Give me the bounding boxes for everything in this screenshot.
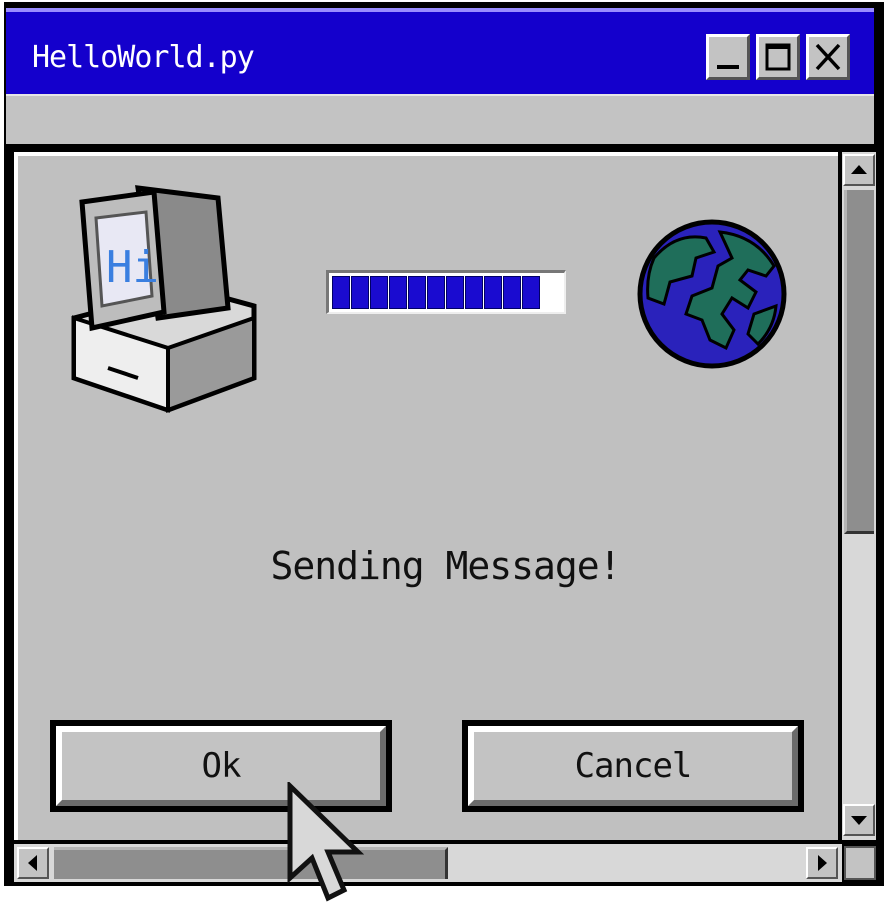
maximize-button[interactable]: [756, 34, 800, 80]
progress-segment: [408, 276, 426, 309]
arrow-up-icon: [851, 165, 867, 174]
mouse-cursor-icon: [287, 782, 365, 902]
progress-segment: [446, 276, 464, 309]
close-icon: [815, 43, 841, 71]
progress-segment: [503, 276, 521, 309]
vertical-scrollbar[interactable]: [842, 152, 876, 840]
globe-icon: [637, 219, 787, 369]
maximize-icon: [765, 43, 791, 71]
status-message: Sending Message!: [270, 544, 621, 588]
window-title: HelloWorld.py: [32, 40, 255, 75]
progress-segment: [370, 276, 388, 309]
progress-segment: [389, 276, 407, 309]
progress-segment: [427, 276, 445, 309]
computer-icon: Hi: [71, 185, 257, 413]
arrow-right-icon: [818, 855, 827, 871]
horizontal-scrollbar[interactable]: [14, 844, 842, 882]
close-button[interactable]: [806, 34, 850, 80]
progress-segment: [465, 276, 483, 309]
scroll-right-button[interactable]: [806, 847, 838, 879]
vertical-scroll-thumb[interactable]: [844, 190, 874, 534]
minimize-icon: [717, 65, 739, 69]
progress-segment: [484, 276, 502, 309]
arrow-left-icon: [28, 855, 37, 871]
scrollbar-corner: [844, 846, 876, 880]
progress-segment: [332, 276, 350, 309]
minimize-button[interactable]: [706, 34, 750, 80]
scroll-down-button[interactable]: [843, 804, 875, 836]
progress-segment: [351, 276, 369, 309]
menu-bar: [6, 94, 874, 144]
progress-segment: [522, 276, 540, 309]
scroll-left-button[interactable]: [17, 847, 49, 879]
scroll-up-button[interactable]: [843, 154, 875, 186]
cancel-button-label: Cancel: [468, 726, 798, 806]
arrow-down-icon: [851, 816, 867, 825]
progress-fill: [332, 276, 540, 309]
progress-bar: [326, 270, 566, 314]
computer-screen-text: Hi: [106, 242, 159, 293]
title-bar[interactable]: HelloWorld.py: [6, 8, 874, 94]
cancel-button[interactable]: Cancel: [462, 720, 804, 812]
horizontal-scroll-thumb[interactable]: [54, 847, 448, 879]
